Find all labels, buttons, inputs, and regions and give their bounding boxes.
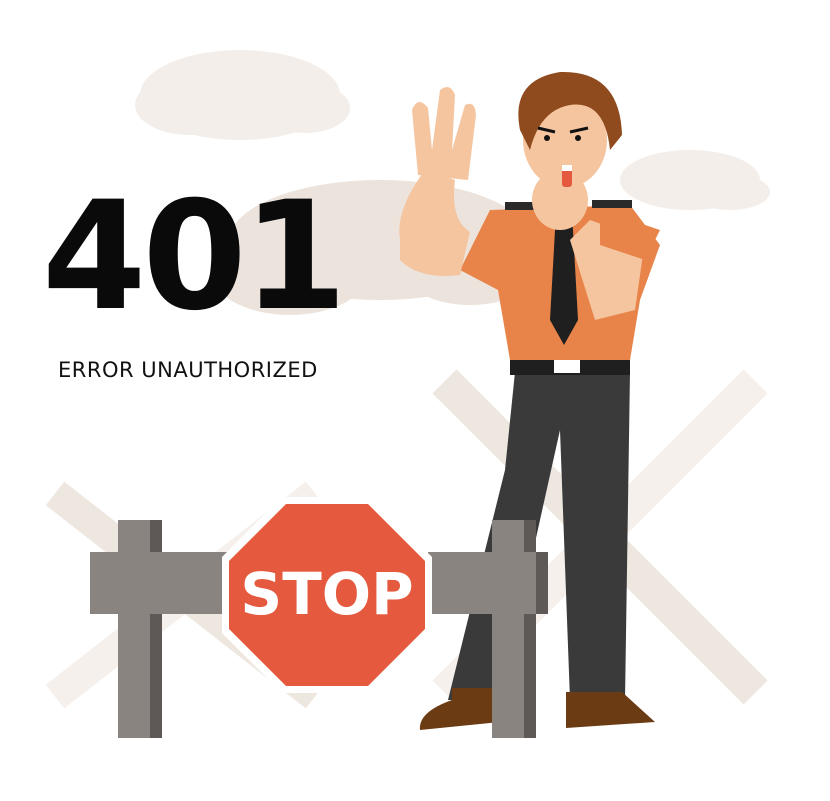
error-code: 401: [42, 170, 347, 344]
cloud-top-left: [135, 50, 350, 140]
error-message: ERROR UNAUTHORIZED: [58, 358, 318, 382]
stop-sign-text: STOP: [240, 560, 413, 628]
cloud-right: [620, 150, 770, 210]
illustration-scene: STOP: [45, 50, 770, 738]
stop-sign: STOP: [222, 497, 432, 693]
